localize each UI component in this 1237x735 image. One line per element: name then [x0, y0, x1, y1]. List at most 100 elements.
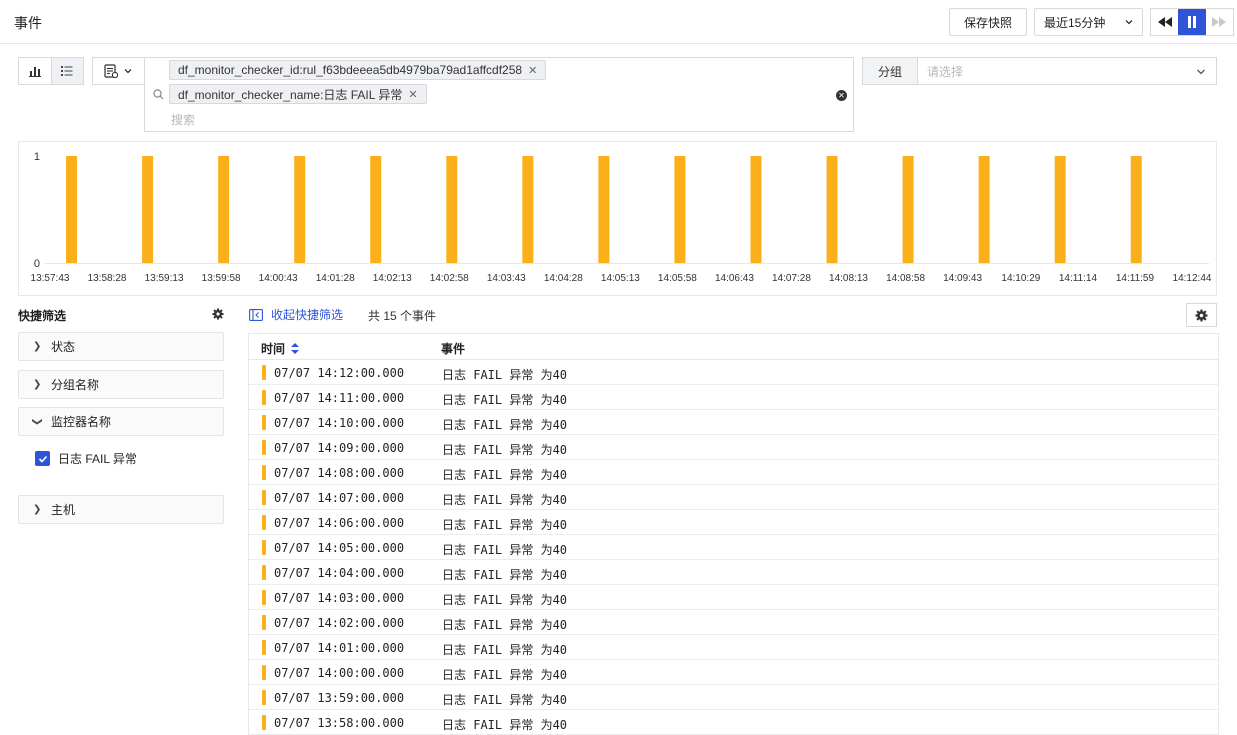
table-row[interactable]: 07/07 14:06:00.000 日志 FAIL 异常 为40	[249, 510, 1218, 535]
x-tick-label: 14:03:43	[487, 273, 526, 284]
y-tick-label: 1	[34, 151, 40, 163]
table-row[interactable]: 07/07 14:08:00.000 日志 FAIL 异常 为40	[249, 460, 1218, 485]
severity-indicator	[262, 465, 266, 480]
row-time: 07/07 14:07:00.000	[274, 491, 405, 505]
row-time: 07/07 14:11:00.000	[274, 391, 405, 405]
close-icon[interactable]: ✕	[408, 88, 417, 101]
row-time: 07/07 14:02:00.000	[274, 616, 405, 630]
table-row[interactable]: 07/07 14:04:00.000 日志 FAIL 异常 为40	[249, 560, 1218, 585]
time-range-select[interactable]: 最近15分钟	[1034, 8, 1143, 36]
event-count: 共 15 个事件	[368, 309, 437, 323]
table-row[interactable]: 07/07 14:05:00.000 日志 FAIL 异常 为40	[249, 535, 1218, 560]
histogram-bar	[446, 156, 458, 263]
x-tick-label: 14:06:43	[715, 273, 754, 284]
gear-icon[interactable]	[212, 308, 224, 320]
histogram-bar	[218, 156, 230, 263]
x-tick-label: 14:09:43	[943, 273, 982, 284]
table-settings-button[interactable]	[1186, 303, 1217, 327]
forward-button[interactable]	[1206, 9, 1233, 35]
histogram-bar	[902, 156, 914, 263]
quick-filter-status[interactable]: ❯ 状态	[18, 332, 224, 361]
search-placeholder[interactable]: 搜索	[171, 111, 195, 128]
histogram-bar	[674, 156, 686, 263]
table-row[interactable]: 07/07 13:59:00.000 日志 FAIL 异常 为40	[249, 685, 1218, 710]
checkbox-checked[interactable]	[35, 451, 50, 466]
filter-tag-label: df_monitor_checker_name:日志 FAIL 异常	[178, 87, 403, 102]
table-row[interactable]: 07/07 14:10:00.000 日志 FAIL 异常 为40	[249, 410, 1218, 435]
table-row[interactable]: 07/07 14:09:00.000 日志 FAIL 异常 为40	[249, 435, 1218, 460]
severity-indicator	[262, 565, 266, 580]
severity-indicator	[262, 715, 266, 730]
chart-view-button[interactable]	[19, 58, 51, 84]
x-tick-label: 13:58:28	[88, 273, 127, 284]
row-event: 日志 FAIL 异常 为40	[442, 593, 568, 607]
quick-filter-group-name[interactable]: ❯ 分组名称	[18, 370, 224, 399]
row-time: 07/07 14:12:00.000	[274, 366, 405, 380]
severity-indicator	[262, 665, 266, 680]
filter-tag[interactable]: df_monitor_checker_name:日志 FAIL 异常 ✕	[169, 84, 427, 104]
row-time: 07/07 14:05:00.000	[274, 541, 405, 555]
save-snapshot-button[interactable]: 保存快照	[949, 8, 1027, 36]
table-row[interactable]: 07/07 14:12:00.000 日志 FAIL 异常 为40	[249, 360, 1218, 385]
sort-icon[interactable]	[291, 343, 300, 354]
x-tick-label: 14:00:43	[259, 273, 298, 284]
histogram-svg: 1 0 13:57:43 13:58:28 13:59:13 13:59:58 14:00:…	[31, 151, 1212, 284]
group-by-select[interactable]: 分组 请选择	[862, 57, 1217, 85]
quick-filter-host[interactable]: ❯ 主机	[18, 495, 224, 524]
row-event: 日志 FAIL 异常 为40	[442, 643, 568, 657]
event-histogram: 1 0 13:57:43 13:58:28 13:59:13 13:59:58 14:00:…	[18, 141, 1217, 296]
rewind-button[interactable]	[1151, 9, 1178, 35]
x-tick-label: 14:10:29	[1001, 273, 1040, 284]
table-row[interactable]: 07/07 14:07:00.000 日志 FAIL 异常 为40	[249, 485, 1218, 510]
histogram-bar	[978, 156, 990, 263]
events-table: 时间 事件 07/07 14:12:00.000 日志 FAIL 异常 为40 07…	[248, 333, 1219, 735]
column-settings-select[interactable]	[92, 57, 145, 85]
table-row[interactable]: 07/07 14:03:00.000 日志 FAIL 异常 为40	[249, 585, 1218, 610]
fast-forward-icon	[1212, 17, 1227, 27]
table-row[interactable]: 07/07 14:11:00.000 日志 FAIL 异常 为40	[249, 385, 1218, 410]
x-tick-label: 14:05:58	[658, 273, 697, 284]
x-tick-label: 14:04:28	[544, 273, 583, 284]
histogram-bar	[522, 156, 534, 263]
column-header-time[interactable]: 时间	[261, 340, 300, 357]
row-time: 07/07 14:00:00.000	[274, 666, 405, 680]
row-event: 日志 FAIL 异常 为40	[442, 718, 568, 732]
row-event: 日志 FAIL 异常 为40	[442, 368, 568, 382]
search-icon	[153, 89, 164, 100]
close-icon[interactable]: ✕	[528, 64, 537, 77]
gear-icon	[1195, 309, 1208, 321]
severity-indicator	[262, 490, 266, 505]
histogram-bar	[1054, 156, 1066, 263]
quick-filter-option[interactable]: 日志 FAIL 异常	[35, 450, 137, 467]
search-box[interactable]: df_monitor_checker_id:rul_f63bdeeea5db49…	[144, 57, 854, 132]
quick-filter-monitor-name[interactable]: ❯ 监控器名称	[18, 407, 224, 436]
severity-indicator	[262, 640, 266, 655]
collapse-quick-filter-link[interactable]: 收起快捷筛选	[249, 306, 343, 323]
histogram-bar	[66, 156, 78, 263]
group-label: 分组	[863, 58, 918, 84]
filter-tag-label: df_monitor_checker_id:rul_f63bdeeea5db49…	[178, 63, 523, 77]
row-time: 07/07 14:06:00.000	[274, 516, 405, 530]
table-row[interactable]: 07/07 14:01:00.000 日志 FAIL 异常 为40	[249, 635, 1218, 660]
histogram-bar	[598, 156, 610, 263]
x-tick-label: 13:57:43	[31, 273, 70, 284]
table-header: 时间 事件	[249, 334, 1218, 360]
table-row[interactable]: 07/07 13:58:00.000 日志 FAIL 异常 为40	[249, 710, 1218, 735]
row-event: 日志 FAIL 异常 为40	[442, 668, 568, 682]
pause-button[interactable]	[1178, 9, 1206, 35]
clear-all-icon[interactable]: ✕	[836, 90, 847, 101]
row-event: 日志 FAIL 异常 为40	[442, 693, 568, 707]
histogram-bar	[1130, 156, 1142, 263]
histogram-bar	[826, 156, 838, 263]
list-view-button[interactable]	[50, 58, 83, 84]
histogram-bar	[142, 156, 154, 263]
filter-tag[interactable]: df_monitor_checker_id:rul_f63bdeeea5db49…	[169, 60, 547, 80]
severity-indicator	[262, 515, 266, 530]
row-time: 07/07 14:03:00.000	[274, 591, 405, 605]
histogram-bar	[294, 156, 306, 263]
quick-filter-label: 主机	[51, 503, 76, 517]
table-row[interactable]: 07/07 14:02:00.000 日志 FAIL 异常 为40	[249, 610, 1218, 635]
quick-filter-label: 监控器名称	[51, 415, 112, 429]
table-row[interactable]: 07/07 14:00:00.000 日志 FAIL 异常 为40	[249, 660, 1218, 685]
x-tick-label: 14:08:13	[829, 273, 868, 284]
